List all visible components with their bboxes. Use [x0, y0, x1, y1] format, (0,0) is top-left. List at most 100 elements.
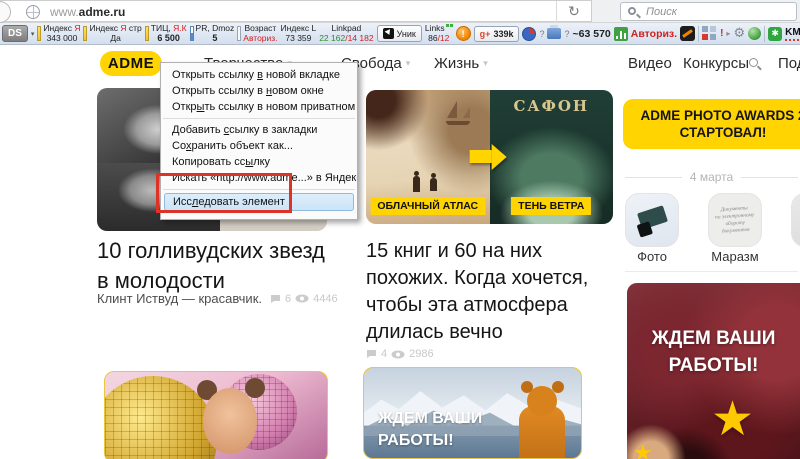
article-stats: 4 2986: [366, 348, 434, 360]
star-icon: ★: [711, 391, 755, 447]
green-square-icon: [445, 24, 449, 27]
divider: [698, 25, 700, 42]
apps-grid-icon[interactable]: [702, 26, 718, 41]
article-image-books[interactable]: ОБЛАЧНЫЙ АТЛАС САФОН ТЕНЬ ВЕТРА: [366, 90, 613, 224]
nav-zhizn[interactable]: Жизнь ▾: [434, 55, 488, 72]
browser-stats-icon[interactable]: [522, 26, 537, 41]
question-mark: ?: [564, 28, 570, 39]
screenshot-root: www.adme.ru ↻ Поиск DS ▾ Индекс Я 343 000…: [0, 0, 800, 459]
metric-bar-icon: [83, 26, 88, 41]
comment-count: 6: [285, 292, 292, 305]
gplus-button[interactable]: g+ 339k: [473, 25, 520, 42]
contest-image-crowd[interactable]: ЖДЕМ ВАШИ РАБОТЫ! ★ ★: [627, 283, 800, 459]
url-prefix: www.: [50, 5, 79, 19]
metric-value: 73 359: [285, 32, 312, 43]
globe-icon: [26, 5, 40, 19]
pencil-edit-icon[interactable]: [680, 26, 696, 41]
chevron-down-icon[interactable]: ▾: [31, 30, 35, 38]
nav-konkursy[interactable]: Конкурсы: [683, 55, 749, 72]
reload-button[interactable]: ↻: [556, 1, 591, 23]
printer-icon[interactable]: [547, 25, 562, 39]
book-cover-title: САФОН: [513, 97, 590, 115]
gplus-icon: g+: [479, 28, 491, 39]
metric-value: 86/12: [428, 32, 450, 43]
camera-object: [637, 205, 668, 230]
metric-yandex-index: Индекс Я 343 000: [37, 23, 80, 43]
address-bar[interactable]: www.adme.ru ↻: [0, 0, 592, 23]
metric-bar-icon: [189, 26, 194, 41]
kma-star-icon[interactable]: ✱: [768, 26, 783, 41]
thumb-label-photo[interactable]: Фото: [625, 249, 679, 264]
green-square-icon: [449, 24, 453, 27]
contest-image-mountains[interactable]: ЖДЕМ ВАШИ РАБОТЫ!: [363, 367, 582, 459]
site-search-icon[interactable]: [749, 58, 758, 67]
eye-icon: [391, 350, 405, 358]
banner-line: СТАРТОВАЛ!: [679, 125, 767, 140]
ship-hull: [445, 120, 470, 125]
url-text[interactable]: www.adme.ru: [50, 5, 125, 19]
metric-pr-dmoz: PR, Dmoz 5: [189, 23, 234, 43]
search-placeholder: Поиск: [646, 6, 677, 18]
gear-icon[interactable]: ⚙: [733, 26, 745, 41]
works-banner-text: ЖДЕМ ВАШИ РАБОТЫ!: [378, 410, 483, 449]
article-title-hollywood[interactable]: 10 голливудских звезд в молодости: [97, 236, 353, 296]
seo-toolbar: DS ▾ Индекс Я 343 000 Индекс Я стр Да ТИЦ,…: [0, 23, 800, 45]
figure-silhouette: [412, 170, 420, 192]
ship-sail: [462, 107, 470, 119]
metric-bar-icon: [37, 26, 42, 41]
metric-bar-icon: [237, 26, 242, 41]
avtoriz-label: Авториз.: [630, 27, 678, 40]
metric-links: Links 86/12: [425, 23, 453, 43]
kma-logo[interactable]: KMA.BIZ: [785, 27, 800, 41]
thumb-marazm[interactable]: Документы по электронному обороту докуме…: [708, 193, 762, 247]
menu-item-copy-link[interactable]: Копировать ссылку: [161, 154, 357, 170]
comment-icon: [367, 350, 376, 358]
metric-value: 5: [212, 32, 218, 43]
metric-linkpad: Linkpad 22 162/14 182: [319, 23, 374, 43]
chevron-down-icon: ▾: [405, 59, 411, 69]
browser-search-box[interactable]: Поиск: [620, 2, 797, 21]
menu-separator: [163, 118, 355, 119]
thumb-partial[interactable]: [791, 193, 800, 247]
unik-button[interactable]: Уник: [376, 25, 422, 42]
view-count: 4446: [313, 292, 338, 305]
figure-silhouette: [430, 172, 438, 191]
divider: [764, 25, 766, 42]
annotation-red-box: [156, 173, 292, 213]
thumb-label-marazm[interactable]: Маразм: [708, 249, 762, 264]
article-title-books[interactable]: 15 книг и 60 на них похожих. Когда хочет…: [366, 238, 618, 346]
document-text: Документы по электронному обороту докуме…: [714, 205, 755, 235]
back-button[interactable]: [0, 1, 11, 23]
ds-badge[interactable]: DS: [2, 25, 28, 42]
chart-icon[interactable]: [613, 26, 628, 41]
works-banner-text: ЖДЕМ ВАШИ РАБОТЫ!: [651, 328, 776, 376]
alert-mark: !: [720, 28, 724, 39]
nav-podpiska-cut[interactable]: Под: [778, 55, 800, 72]
nav-video[interactable]: Видео: [628, 55, 672, 72]
article-stats: 6 4446: [270, 293, 338, 305]
eye-icon: [295, 294, 309, 303]
menu-item-open-new-tab[interactable]: Открыть ссылку в новой вкладке: [161, 67, 357, 83]
cursor-icon: [382, 28, 394, 39]
metric-value: 22 162/14 182: [319, 32, 374, 43]
article-image-disco[interactable]: [104, 371, 328, 459]
approx-count: ~63 570: [572, 27, 611, 40]
article-byline: Клинт Иствуд — красавчик. 6 4446: [97, 291, 338, 306]
adme-logo[interactable]: ADME: [100, 51, 162, 76]
thumb-photo[interactable]: [625, 193, 679, 247]
cloud-atlas-label: ОБЛАЧНЫЙ АТЛАС: [370, 197, 486, 215]
menu-item-open-new-window[interactable]: Открыть ссылку в новом окне: [161, 83, 357, 99]
orange-alert-icon[interactable]: !: [455, 26, 471, 41]
title-line: 10 голливудских звезд: [97, 238, 325, 263]
hair-bun: [245, 378, 265, 398]
menu-item-save-link-as[interactable]: Сохранить объект как...: [161, 138, 357, 154]
browser-toolbar: www.adme.ru ↻ Поиск: [0, 0, 800, 23]
photo-awards-banner[interactable]: ADME PHOTO AWARDS 2 СТАРТОВАЛ!: [623, 99, 800, 149]
menu-item-open-private-window[interactable]: Открыть ссылку в новом приватном окне: [161, 99, 357, 115]
ship-sail: [447, 100, 458, 118]
view-count: 2986: [409, 348, 434, 360]
menu-item-bookmark-link[interactable]: Добавить ссылку в закладки: [161, 122, 357, 138]
expand-arrow-icon[interactable]: ▸: [726, 29, 730, 38]
green-ball-icon[interactable]: [748, 27, 762, 40]
comment-icon: [271, 294, 280, 303]
